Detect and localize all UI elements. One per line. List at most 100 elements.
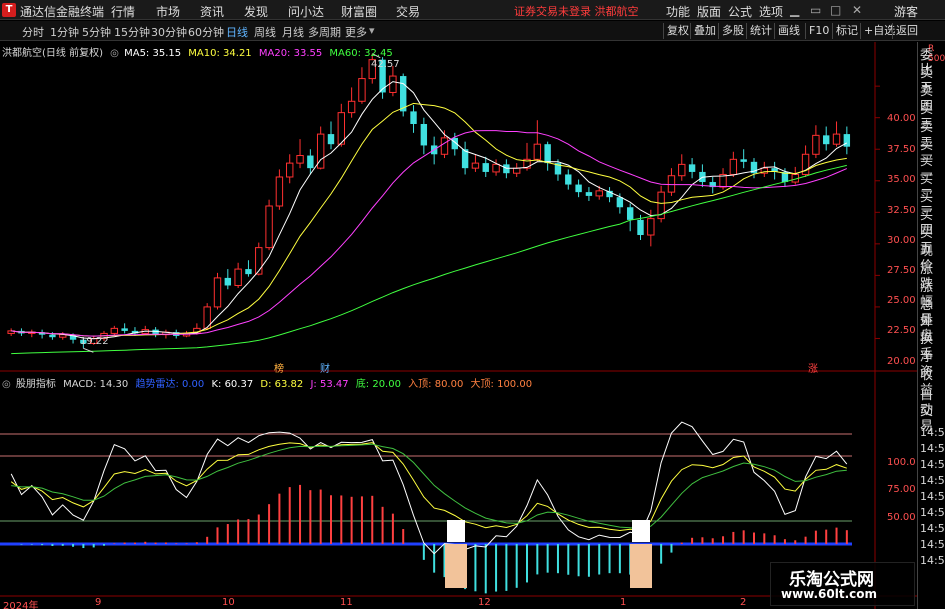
signal-block-jan-top (632, 520, 650, 542)
candle-body (337, 112, 346, 145)
ind-tick: 100.0 (887, 457, 916, 468)
ma10-label: MA10: 34.21 (188, 48, 252, 59)
price-tick: 35.00 (887, 174, 916, 185)
candle-body (307, 155, 314, 169)
legend-toggle-icon[interactable]: ◎ (110, 48, 119, 59)
candle-body (512, 167, 521, 174)
candle-body (823, 135, 830, 145)
signal-block-dec (445, 544, 467, 588)
candle-body (616, 197, 624, 208)
watermark-url: www.60lt.com (781, 587, 878, 601)
tick-time: 14:56 (920, 490, 945, 503)
ind-d: D: 63.82 (260, 379, 304, 390)
date-tick: 9 (95, 597, 102, 608)
candle-body (544, 144, 551, 164)
marker-cai[interactable]: 财 (320, 360, 330, 375)
candle-body (482, 163, 489, 172)
price-tick: 37.50 (887, 144, 916, 155)
ind-radar: 趋势雷达: 0.00 (135, 379, 205, 390)
signal-block-jan (630, 544, 652, 588)
price-tick: 40.00 (887, 113, 916, 124)
ma20-label: MA20: 33.55 (258, 48, 323, 59)
tick-time: 14:56 (920, 474, 945, 487)
candle-body (245, 269, 252, 275)
candle-body (410, 111, 417, 124)
candle-body (595, 190, 603, 197)
date-tick: 2 (740, 597, 747, 608)
indicator-toggle-icon[interactable]: ◎ (2, 379, 11, 390)
ind-j: J: 53.47 (310, 379, 349, 390)
price-tick: 25.00 (887, 295, 916, 306)
candle-body (812, 134, 820, 155)
candle-body (327, 134, 335, 145)
candle-body (565, 174, 572, 185)
candle-body (729, 158, 738, 175)
candle-body (647, 218, 655, 236)
candle-body (688, 164, 696, 172)
marker-zhang[interactable]: 涨 (808, 360, 818, 375)
price-tick: 20.00 (887, 356, 916, 367)
quote-side-panel: R 500 委比 卖五 卖四 卖三 卖二 卖一 买一 买二 买三 买四 买五 现… (917, 42, 945, 609)
candle-body (296, 155, 304, 164)
date-tick: 11 (340, 597, 353, 608)
ind-tick: 75.00 (887, 484, 916, 495)
watermark: 乐淘公式网 www.60lt.com (770, 562, 915, 606)
tick-time: 14:56 (920, 522, 945, 535)
tick-time: 14:56 (920, 506, 945, 519)
ma5-line (11, 81, 848, 340)
price-tick: 27.50 (887, 265, 916, 276)
candle-body (667, 175, 676, 193)
candle-body (471, 162, 480, 169)
indicator-legend: ◎ 股朋指标 MACD: 14.30 趋势雷达: 0.00 K: 60.37 D… (2, 375, 532, 390)
candle-body (440, 137, 449, 155)
date-tick: 12 (478, 597, 491, 608)
date-tick: 10 (222, 597, 235, 608)
candle-body (275, 176, 284, 207)
indicator-name[interactable]: 股朋指标 (16, 379, 56, 390)
candle-body (347, 100, 356, 114)
candle-body (234, 268, 242, 286)
ind-bottom: 底: 20.00 (355, 379, 401, 390)
ind-big-top: 大顶: 100.00 (470, 379, 533, 390)
ind-tick: 50.00 (887, 512, 916, 523)
candle-body (503, 164, 510, 174)
ma5-label: MA5: 35.15 (124, 48, 182, 59)
ind-macd: MACD: 14.30 (63, 379, 129, 390)
date-tick: 2024年 (3, 601, 39, 609)
candle-body (843, 134, 851, 147)
ind-k: K: 60.37 (211, 379, 254, 390)
candle-body (400, 76, 407, 112)
kdj-j-line (10, 421, 848, 555)
candle-body (213, 277, 222, 308)
candle-body (575, 184, 582, 193)
price-tick: 32.50 (887, 205, 916, 216)
ma60-label: MA60: 32.45 (329, 48, 393, 59)
price-legend: 洪都航空(日线 前复权) ◎ MA5: 35.15 MA10: 34.21 MA… (2, 44, 393, 59)
candle-body (637, 219, 644, 236)
high-price-label: 42.57 (371, 59, 400, 70)
candle-body (286, 162, 294, 178)
candle-body (533, 143, 542, 160)
candle-body (832, 133, 841, 145)
marker-bang[interactable]: 榜 (274, 360, 284, 375)
candle-body (740, 159, 747, 162)
ma20-line (11, 130, 847, 337)
kdj-d-line (11, 443, 847, 530)
candle-body (121, 328, 128, 331)
tick-time: 14:56 (920, 538, 945, 551)
candle-body (265, 205, 273, 249)
signal-block-dec-top (447, 520, 465, 542)
candle-body (678, 163, 686, 177)
ma10-line (11, 102, 847, 337)
candle-body (626, 207, 634, 220)
candle-body (224, 277, 232, 286)
tick-time: 14:56 (920, 426, 945, 439)
candle-body (49, 334, 56, 338)
tick-time: 14:56 (920, 458, 945, 471)
candle-body (492, 163, 500, 173)
kline-chart[interactable] (0, 0, 945, 609)
ind-enter-top: 入顶: 80.00 (408, 379, 464, 390)
price-tick: 30.00 (887, 235, 916, 246)
candle-body (420, 124, 428, 146)
price-tick: 22.50 (887, 325, 916, 336)
